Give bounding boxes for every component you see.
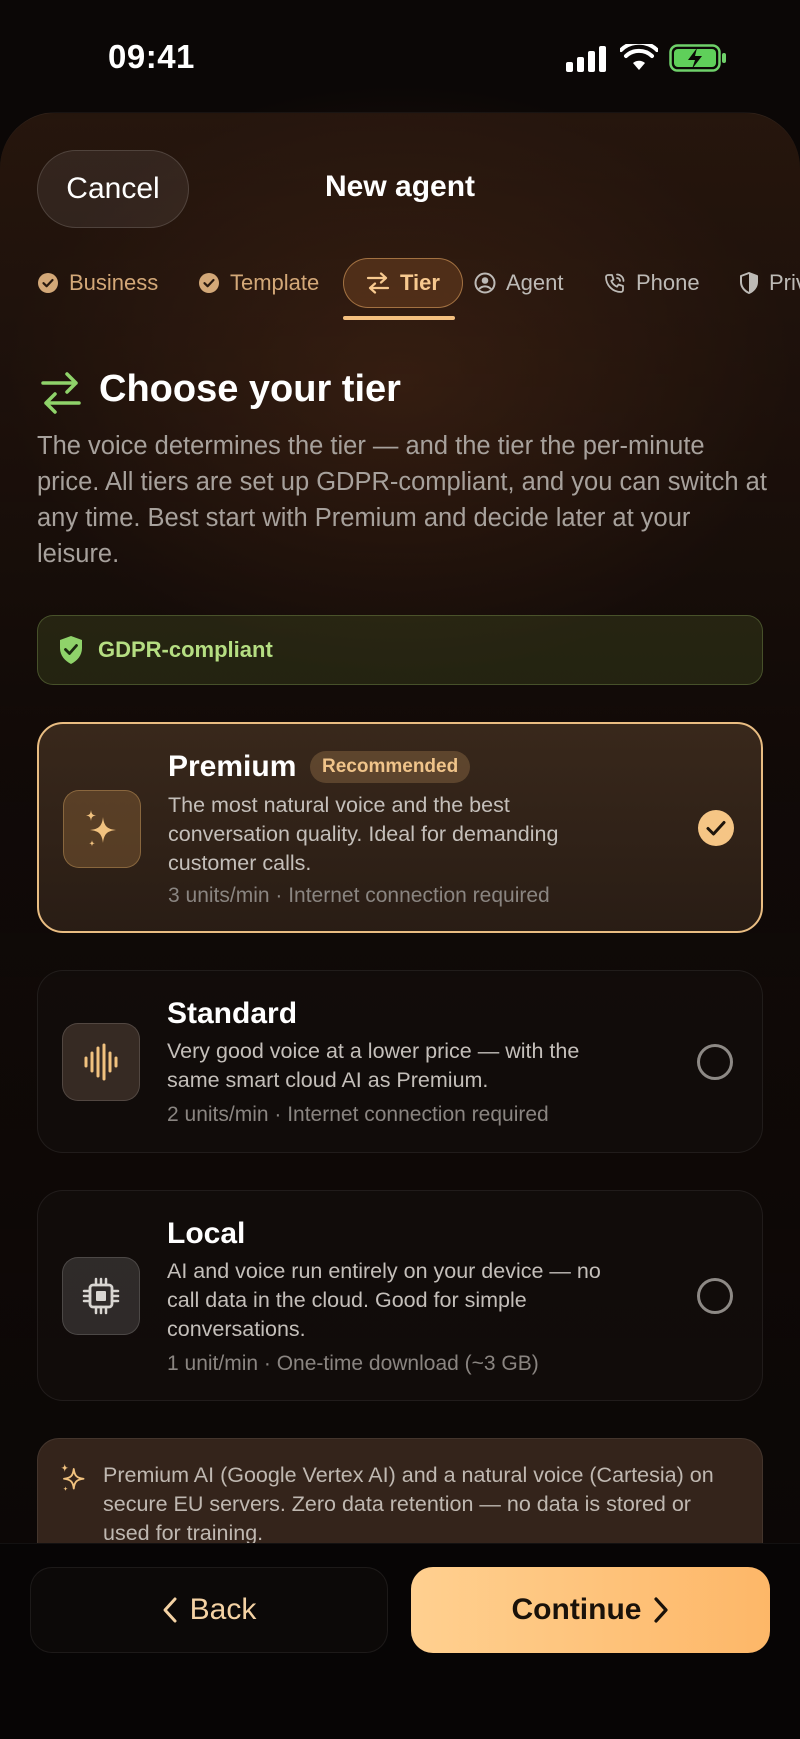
chevron-left-icon [162,1596,178,1624]
chip-icon [62,1257,140,1335]
tier-name: Premium [168,750,297,783]
check-circle-icon [37,272,59,294]
continue-button[interactable]: Continue [411,1567,770,1653]
info-text: Premium AI (Google Vertex AI) and a natu… [103,1463,714,1545]
user-circle-icon [474,272,496,294]
step-tier[interactable]: Tier [343,258,463,308]
step-label: Tier [400,270,440,295]
continue-label: Continue [511,1593,642,1626]
tier-card-premium[interactable]: Premium Recommended The most natural voi… [37,722,763,933]
tier-card-standard[interactable]: Standard Very good voice at a lower pric… [37,970,763,1153]
wifi-icon [620,44,658,70]
page-title: New agent [324,170,476,203]
shield-icon [739,272,759,294]
tier-meta: 1 unit/min · One-time download (~3 GB) [167,1352,539,1375]
battery-charging-icon [669,44,726,72]
recommended-badge: Recommended [310,751,471,783]
step-business[interactable]: Business [37,258,158,308]
step-label: Template [230,270,320,295]
check-circle-icon [198,272,220,294]
sparkles-icon [63,790,141,868]
back-label: Back [189,1593,257,1626]
step-template[interactable]: Template [198,258,319,308]
status-bar: 09:41 [0,0,800,110]
tier-meta: 2 units/min · Internet connection requir… [167,1103,549,1126]
step-privacy[interactable]: Privacy [739,258,800,308]
radio-button[interactable] [697,1278,733,1314]
phone-call-icon [604,272,626,294]
back-button[interactable]: Back [30,1567,388,1653]
intro-text: The voice determines the tier — and the … [37,432,767,568]
shield-check-icon [58,635,84,665]
step-label: Phone [636,270,700,295]
step-agent[interactable]: Agent [474,258,564,308]
swap-arrows-icon [366,272,390,294]
status-time: 09:41 [108,38,195,75]
step-label: Agent [506,270,564,295]
radio-button[interactable] [697,1044,733,1080]
gdpr-label: GDPR-compliant [98,637,273,662]
tier-name: Local [167,1217,246,1250]
step-phone[interactable]: Phone [604,258,700,308]
sparkles-icon [58,1461,88,1500]
tier-description: The most natural voice and the best conv… [168,793,559,875]
tier-meta: 3 units/min · Internet connection requir… [168,884,550,907]
active-step-indicator [343,316,455,320]
step-label: Privacy [769,270,800,295]
gdpr-badge: GDPR-compliant [37,615,763,685]
tier-card-local[interactable]: Local AI and voice run entirely on your … [37,1190,763,1401]
selected-check-icon[interactable] [698,810,734,846]
cellular-signal-icon [566,46,606,72]
tier-description: Very good voice at a lower price — with … [167,1039,580,1092]
chevron-right-icon [653,1596,669,1624]
tier-name: Standard [167,997,298,1030]
step-label: Business [69,270,159,295]
section-heading: Choose your tier [99,368,401,410]
swap-arrows-icon [41,372,81,414]
waveform-icon [62,1023,140,1101]
tier-description: AI and voice run entirely on your device… [167,1259,601,1341]
cancel-button[interactable]: Cancel [37,150,189,228]
step-tabs: Business Template Tier Agent Phone Priva… [0,258,800,324]
